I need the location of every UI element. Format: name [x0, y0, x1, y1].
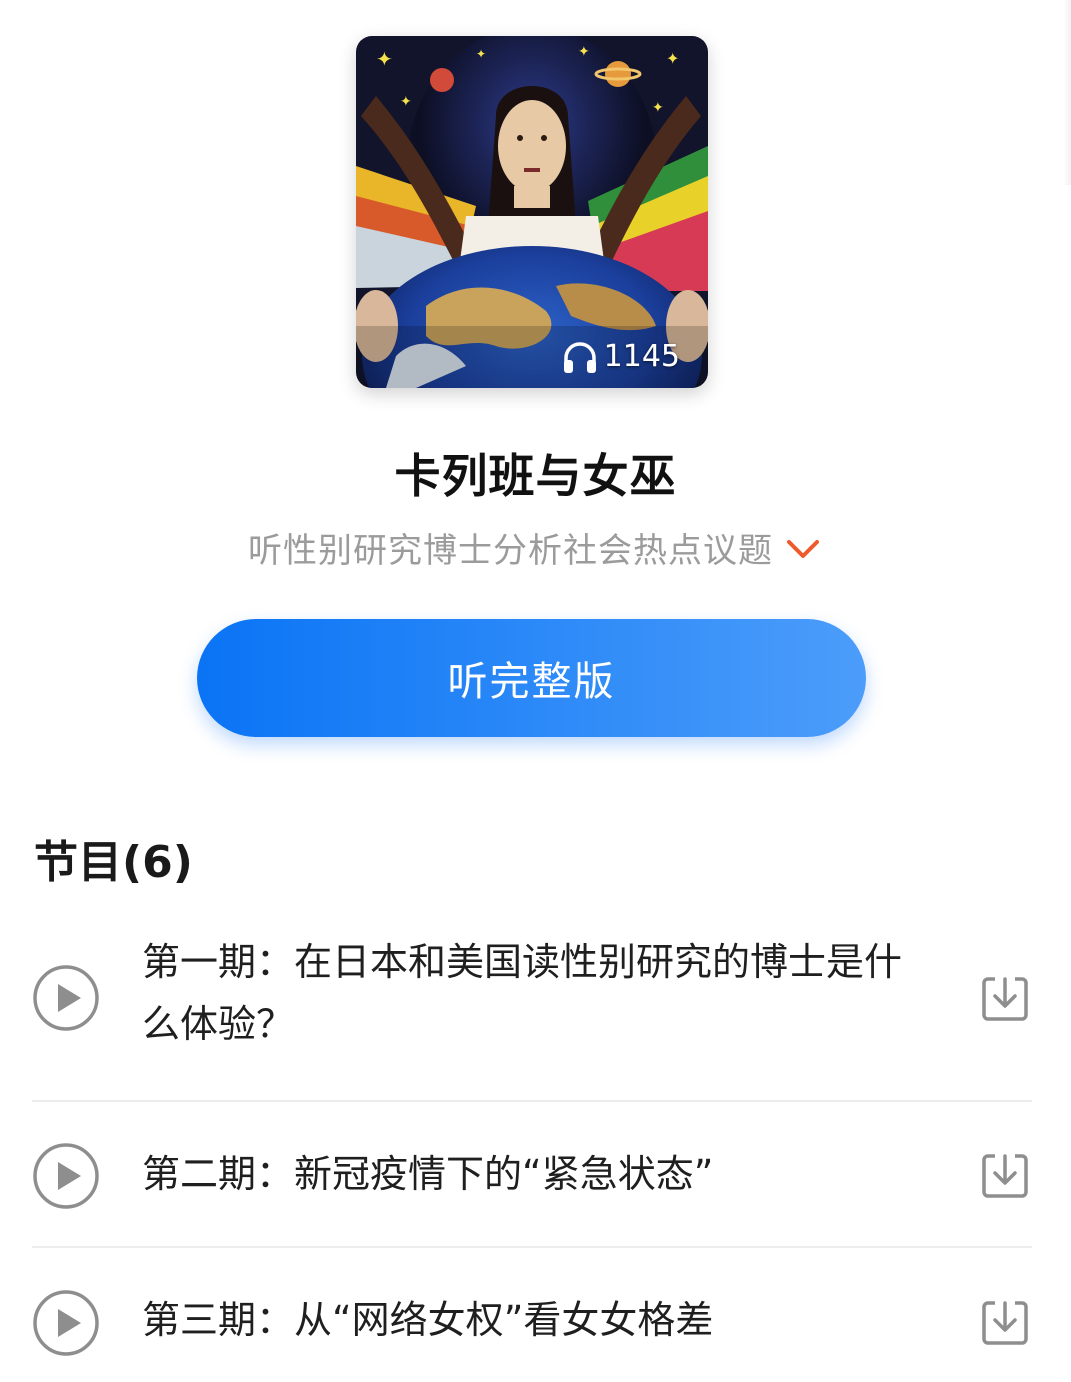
download-icon[interactable] [980, 1150, 1030, 1200]
episode-item[interactable]: 第三期：从“网络女权”看女女格差 [32, 1287, 1032, 1357]
svg-text:✦: ✦ [652, 100, 664, 116]
svg-text:✦: ✦ [400, 94, 412, 110]
svg-text:✦: ✦ [476, 47, 486, 61]
download-icon[interactable] [980, 1297, 1030, 1347]
album-subtitle: 听性别研究博士分析社会热点议题 [248, 531, 773, 571]
episode-item[interactable]: 第一期：在日本和美国读性别研究的博士是什么体验？ [32, 930, 1032, 1070]
chevron-down-icon[interactable] [783, 533, 823, 563]
play-count-value: 1145 [603, 339, 680, 374]
divider [32, 1246, 1032, 1248]
episode-title: 第一期：在日本和美国读性别研究的博士是什么体验？ [142, 940, 903, 1046]
play-circle-icon[interactable] [32, 1142, 100, 1210]
album-cover[interactable]: ✦ ✦ ✦ ✦ ✦ ✦ ✦ ✦ [356, 36, 708, 388]
album-title: 卡列班与女巫 [394, 449, 677, 503]
download-icon[interactable] [980, 973, 1030, 1023]
listen-full-button[interactable]: 听完整版 [197, 619, 866, 737]
divider [32, 1100, 1032, 1102]
play-circle-icon[interactable] [32, 964, 100, 1032]
episode-title: 第二期：新冠疫情下的“紧急状态” [142, 1152, 714, 1196]
album-description[interactable]: 听性别研究博士分析社会热点议题 [0, 523, 1071, 572]
episode-item[interactable]: 第二期：新冠疫情下的“紧急状态” [32, 1140, 1032, 1210]
svg-text:✦: ✦ [666, 49, 679, 68]
episodes-heading: 节目(6) [34, 837, 193, 888]
svg-text:✦: ✦ [578, 44, 590, 60]
play-count: 1145 [562, 339, 680, 374]
play-circle-icon[interactable] [32, 1289, 100, 1357]
episode-title: 第三期：从“网络女权”看女女格差 [142, 1298, 714, 1342]
headphones-icon [562, 340, 598, 374]
scrollbar-edge [1063, 0, 1071, 185]
svg-text:✦: ✦ [376, 47, 393, 71]
cover-artwork: ✦ ✦ ✦ ✦ ✦ ✦ ✦ ✦ [356, 36, 708, 388]
